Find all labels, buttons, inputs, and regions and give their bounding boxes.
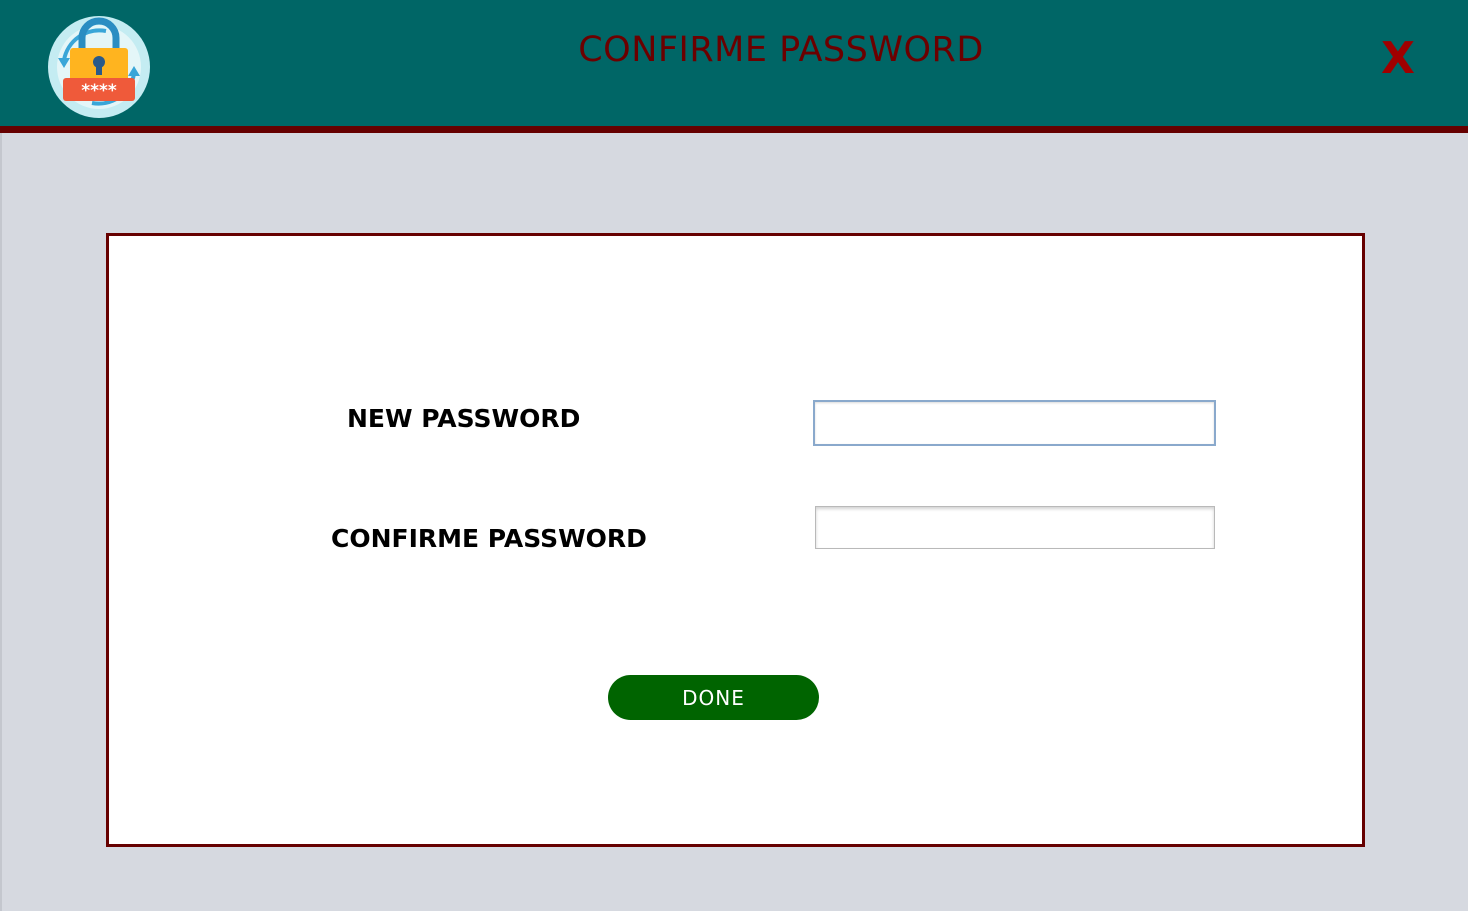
title-bar: **** CONFIRME PASSWORD X [0,0,1468,126]
svg-text:****: **** [81,81,117,101]
header-divider [0,126,1468,133]
password-form-panel: NEW PASSWORD CONFIRME PASSWORD DONE [106,233,1365,847]
confirm-password-label: CONFIRME PASSWORD [331,524,647,553]
new-password-label: NEW PASSWORD [347,404,581,433]
password-window: **** CONFIRME PASSWORD X NEW PASSWORD CO… [0,0,1468,911]
close-button[interactable]: X [1378,34,1418,84]
done-button[interactable]: DONE [608,675,819,720]
confirm-password-field[interactable] [815,506,1215,549]
new-password-field[interactable] [813,400,1216,446]
window-title: CONFIRME PASSWORD [578,30,984,70]
window-edge [0,133,2,911]
